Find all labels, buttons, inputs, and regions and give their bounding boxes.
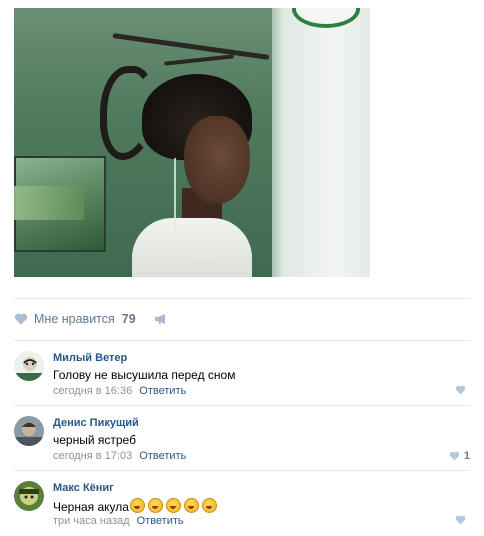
- photo-rotor-blade: [112, 33, 270, 60]
- comment-author[interactable]: Милый Ветер: [53, 352, 127, 364]
- comment-meta: сегодня в 17:03 Ответить: [53, 450, 186, 462]
- photo-earphone-wire: [174, 158, 216, 260]
- laughing-emoji-icon: [183, 498, 199, 513]
- photo-door-frame: [272, 8, 284, 277]
- reply-button[interactable]: Ответить: [137, 515, 184, 527]
- comment-text-content: Черная акула: [53, 500, 129, 514]
- avatar[interactable]: [14, 416, 44, 446]
- comment-time[interactable]: сегодня в 17:03: [53, 450, 132, 462]
- comment-meta: три часа назад Ответить: [53, 515, 184, 527]
- heart-icon: [449, 451, 460, 461]
- comment-meta: сегодня в 16:36 Ответить: [53, 385, 186, 397]
- comment-item: Милый Ветер Голову не высушила перед сно…: [14, 340, 470, 405]
- megaphone-icon[interactable]: [154, 313, 168, 325]
- like-label: Мне нравится: [34, 312, 115, 326]
- comment-like-button[interactable]: 1: [449, 450, 470, 462]
- comment-time[interactable]: сегодня в 16:36: [53, 385, 132, 397]
- laughing-emoji-icon: [129, 498, 145, 513]
- heart-icon: [455, 515, 466, 525]
- reply-button[interactable]: Ответить: [139, 450, 186, 462]
- post-photo[interactable]: [14, 8, 370, 277]
- photo-rotor-blade: [163, 54, 235, 66]
- comment-item: Макс Кёниг Черная акула три часа назад О…: [14, 470, 470, 535]
- heart-icon: [14, 313, 28, 325]
- comment-text: Голову не высушила перед сном: [53, 368, 236, 382]
- comment-like-button[interactable]: [455, 385, 470, 395]
- laughing-emoji-icon: [165, 498, 181, 513]
- comment-like-count: 1: [463, 450, 470, 462]
- comment-author[interactable]: Макс Кёниг: [53, 482, 114, 494]
- comment-item: Денис Пикущий черный ястреб сегодня в 17…: [14, 405, 470, 470]
- comments-list: Милый Ветер Голову не высушила перед сно…: [14, 340, 470, 535]
- avatar-image: [14, 481, 44, 511]
- comment-author[interactable]: Денис Пикущий: [53, 417, 139, 429]
- heart-icon: [455, 385, 466, 395]
- comment-text: черный ястреб: [53, 433, 136, 447]
- comment-like-button[interactable]: [455, 515, 470, 525]
- photo-wall: [276, 8, 370, 277]
- like-count: 79: [121, 312, 136, 326]
- reply-button[interactable]: Ответить: [139, 385, 186, 397]
- post-actions-bar: Мне нравится 79: [14, 298, 470, 339]
- photo-monitor-glow: [14, 186, 84, 220]
- comment-time[interactable]: три часа назад: [53, 515, 130, 527]
- avatar[interactable]: [14, 351, 44, 381]
- like-button[interactable]: Мне нравится 79: [14, 312, 136, 326]
- avatar[interactable]: [14, 481, 44, 511]
- avatar-image: [14, 351, 44, 381]
- laughing-emoji-icon: [201, 498, 217, 513]
- avatar-image: [14, 416, 44, 446]
- laughing-emoji-icon: [147, 498, 163, 513]
- comment-text: Черная акула: [53, 498, 217, 514]
